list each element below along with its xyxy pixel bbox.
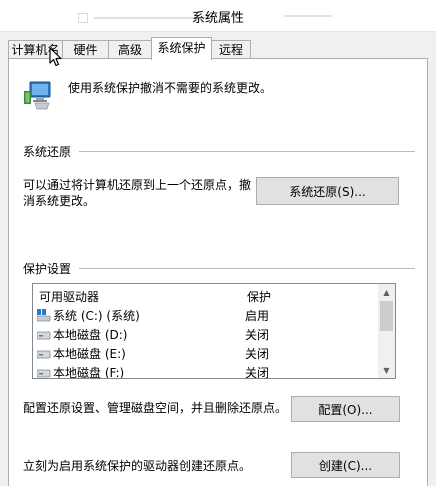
restore-section-divider bbox=[79, 151, 415, 152]
drive-name: 系统 (C:) (系统) bbox=[53, 309, 140, 323]
create-button[interactable]: 创建(C)... bbox=[291, 452, 400, 478]
hard-drive-icon bbox=[37, 369, 51, 378]
system-protection-icon bbox=[24, 81, 51, 110]
system-protection-panel: 使用系统保护撤消不需要的系统更改。 系统还原 可以通过将计算机还原到上一个还原点… bbox=[8, 58, 428, 486]
tab-remote[interactable]: 远程 bbox=[211, 40, 251, 58]
drive-row[interactable]: 本地磁盘 (E:) 关闭 bbox=[33, 343, 380, 362]
drive-protection-status: 关闭 bbox=[245, 328, 270, 342]
drive-list[interactable]: 可用驱动器 保护 系统 (C:) (系统) 启用 本地磁盘 (D:) 关闭 本地… bbox=[32, 283, 396, 379]
hard-drive-icon bbox=[37, 350, 51, 359]
column-available-drives[interactable]: 可用驱动器 bbox=[39, 288, 99, 305]
drive-name: 本地磁盘 (E:) bbox=[53, 347, 126, 361]
column-protection[interactable]: 保护 bbox=[247, 288, 271, 305]
scroll-up-icon[interactable]: ▲ bbox=[378, 284, 395, 300]
drive-protection-status: 启用 bbox=[245, 309, 270, 323]
restore-section-header: 系统还原 bbox=[23, 143, 415, 160]
drive-row[interactable]: 本地磁盘 (F:) 关闭 bbox=[33, 362, 380, 379]
drive-protection-status: 关闭 bbox=[245, 347, 270, 361]
window-title: 系统属性 bbox=[191, 11, 244, 26]
create-description: 立刻为启用系统保护的驱动器创建还原点。 bbox=[23, 459, 252, 473]
system-restore-button[interactable]: 系统还原(S)... bbox=[256, 177, 399, 205]
scrollbar-thumb[interactable] bbox=[380, 301, 393, 331]
drive-row[interactable]: 系统 (C:) (系统) 启用 bbox=[33, 305, 380, 324]
drive-row[interactable]: 本地磁盘 (D:) 关闭 bbox=[33, 324, 380, 343]
protection-section-header: 保护设置 bbox=[23, 260, 415, 277]
configure-description: 配置还原设置、管理磁盘空间，并且删除还原点。 bbox=[23, 401, 288, 415]
scroll-down-icon[interactable]: ▼ bbox=[378, 362, 395, 378]
tab-advanced[interactable]: 高级 bbox=[108, 40, 152, 58]
title-bar[interactable]: 系统属性 bbox=[0, 0, 436, 32]
restore-section-heading: 系统还原 bbox=[23, 145, 72, 159]
configure-button[interactable]: 配置(O)... bbox=[291, 396, 400, 422]
restore-description: 可以通过将计算机还原到上一个还原点，撤消系统更改。 bbox=[23, 178, 252, 208]
hard-drive-icon bbox=[37, 331, 51, 340]
tab-hardware[interactable]: 硬件 bbox=[62, 40, 109, 58]
drive-name: 本地磁盘 (D:) bbox=[53, 328, 128, 342]
drive-name: 本地磁盘 (F:) bbox=[53, 366, 125, 379]
intro-text: 使用系统保护撤消不需要的系统更改。 bbox=[68, 81, 273, 95]
mouse-cursor-icon bbox=[49, 47, 62, 67]
drive-list-scrollbar[interactable]: ▲ ▼ bbox=[378, 284, 395, 378]
drive-protection-status: 关闭 bbox=[245, 366, 270, 379]
system-drive-icon bbox=[37, 309, 51, 322]
drive-list-header: 可用驱动器 保护 bbox=[33, 284, 380, 306]
protection-section-heading: 保护设置 bbox=[23, 262, 72, 276]
tab-system-protection[interactable]: 系统保护 bbox=[151, 37, 212, 60]
protection-section-divider bbox=[79, 268, 415, 269]
